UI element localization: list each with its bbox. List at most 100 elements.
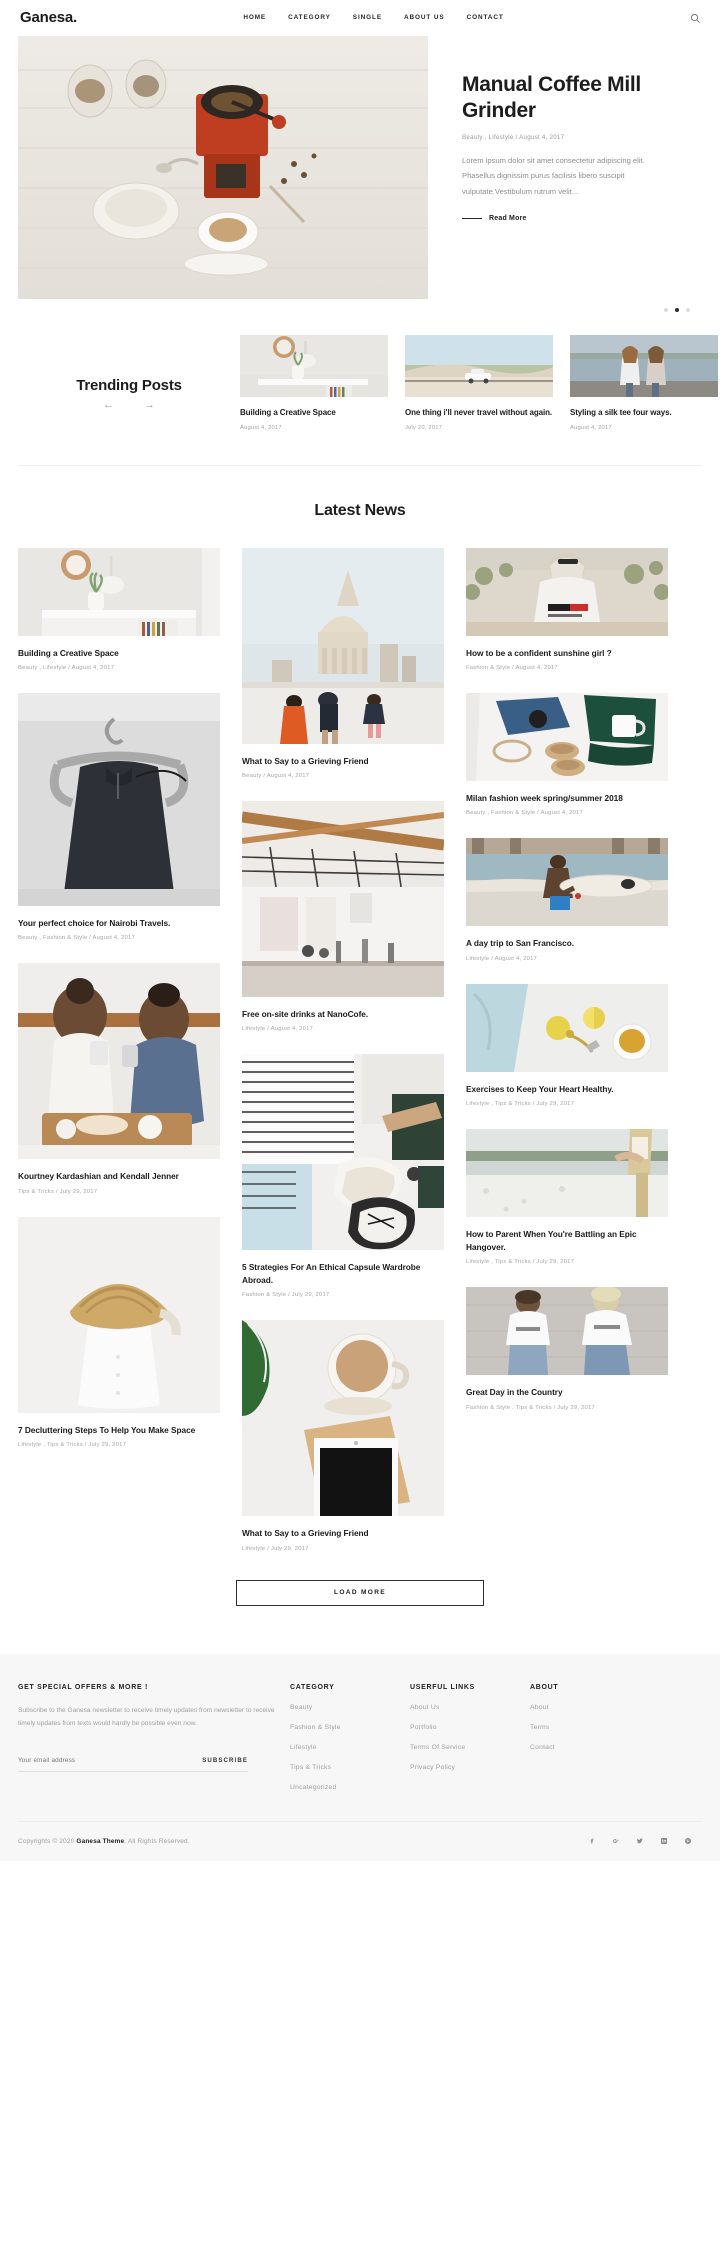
post-card[interactable]: How to Parent When You're Battling an Ep… xyxy=(466,1129,668,1265)
post-card[interactable]: How to be a confident sunshine girl ? Fa… xyxy=(466,547,668,671)
post-card[interactable]: 7 Decluttering Steps To Help You Make Sp… xyxy=(18,1216,220,1448)
slider-dot-1[interactable] xyxy=(664,308,668,312)
footer-category-column: CATEGORY Beauty Fashion & Style Lifestyl… xyxy=(280,1684,400,1791)
footer-bottom-bar: Copyrights © 2020 Ganesa Theme. All Righ… xyxy=(18,1820,702,1861)
post-card-image[interactable] xyxy=(466,838,668,927)
copyright-prefix: Copyrights © 2020 xyxy=(18,1837,77,1845)
site-logo[interactable]: Ganesa. xyxy=(20,9,77,26)
post-card-image[interactable] xyxy=(18,963,220,1160)
trending-card-title: One thing i'll never travel without agai… xyxy=(405,408,553,417)
post-card-image[interactable] xyxy=(466,1287,668,1376)
hero-meta: Beauty , Lifestyle / August 4, 2017 xyxy=(462,134,565,142)
footer-link-uncategorized[interactable]: Uncategorized xyxy=(290,1784,400,1791)
footer-link-tips-tricks[interactable]: Tips & Tricks xyxy=(290,1764,400,1771)
footer-link-about-us[interactable]: About Us xyxy=(410,1704,520,1711)
subscribe-button[interactable]: SUBSCRIBE xyxy=(202,1757,248,1764)
section-divider xyxy=(18,464,702,466)
post-card-title: Great Day in the Country xyxy=(466,1387,563,1398)
hero-slider: Manual Coffee Mill Grinder Beauty , Life… xyxy=(0,36,720,312)
post-card-image[interactable] xyxy=(18,693,220,907)
trending-card-image[interactable] xyxy=(240,335,388,397)
post-card-image[interactable] xyxy=(242,547,444,744)
trending-card-title: Styling a silk tee four ways. xyxy=(570,408,672,417)
footer-link-about[interactable]: About xyxy=(530,1704,640,1711)
load-more-button[interactable]: LOAD MORE xyxy=(236,1579,484,1606)
post-card-image[interactable] xyxy=(466,547,668,636)
nav-item-about-us[interactable]: ABOUT US xyxy=(404,14,445,21)
trending-card-date: August 4, 2017 xyxy=(240,424,282,431)
nav-item-single[interactable]: SINGLE xyxy=(353,14,382,21)
post-card-image[interactable] xyxy=(466,693,668,782)
post-card-image[interactable] xyxy=(466,1129,668,1218)
read-more-label: Read More xyxy=(489,214,527,222)
footer-link-lifestyle[interactable]: Lifestyle xyxy=(290,1744,400,1751)
category-heading: CATEGORY xyxy=(290,1683,335,1691)
nav-item-contact[interactable]: CONTACT xyxy=(467,14,504,21)
post-card[interactable]: Building a Creative Space Beauty , Lifes… xyxy=(18,547,220,672)
read-more-button[interactable]: Read More xyxy=(462,215,702,222)
trending-card[interactable]: Building a Creative Space August 4, 2017 xyxy=(240,335,388,431)
footer-columns: GET SPECIAL OFFERS & MORE ! Subscribe to… xyxy=(18,1684,702,1791)
load-more-section: LOAD MORE xyxy=(0,1579,720,1654)
facebook-icon[interactable] xyxy=(587,1837,596,1846)
footer-link-terms-of-service[interactable]: Terms Of Service xyxy=(410,1744,520,1751)
post-card-image[interactable] xyxy=(242,1320,444,1517)
post-card[interactable]: Kourtney Kardashian and Kendall Jenner T… xyxy=(18,963,220,1195)
trending-card[interactable]: Styling a silk tee four ways. August 4, … xyxy=(570,335,718,431)
footer-link-contact[interactable]: Contact xyxy=(530,1744,640,1751)
latest-news-heading: Latest News xyxy=(314,501,406,519)
footer-link-portfolio[interactable]: Portfolio xyxy=(410,1724,520,1731)
post-card[interactable]: Exercises to Keep Your Heart Healthy. Li… xyxy=(466,983,668,1107)
post-card-image[interactable] xyxy=(466,983,668,1072)
footer-link-privacy-policy[interactable]: Privacy Policy xyxy=(410,1764,520,1771)
post-card[interactable]: A day trip to San Francisco. Lifestyle /… xyxy=(466,838,668,962)
trending-title: Trending Posts xyxy=(76,377,182,394)
hero-image[interactable] xyxy=(18,36,428,299)
post-card-image[interactable] xyxy=(242,801,444,998)
footer-link-beauty[interactable]: Beauty xyxy=(290,1704,400,1711)
footer-link-terms[interactable]: Terms xyxy=(530,1724,640,1731)
post-card[interactable]: What to Say to a Grieving Friend Beauty … xyxy=(242,547,444,779)
post-card[interactable]: Great Day in the Country Fashion & Style… xyxy=(466,1287,668,1411)
trending-card[interactable]: One thing i'll never travel without agai… xyxy=(405,335,553,431)
post-card-meta: Beauty , Lifestyle / August 4, 2017 xyxy=(18,665,115,672)
grid-column-2: What to Say to a Grieving Friend Beauty … xyxy=(242,547,444,1574)
post-card-meta: Fashion & Style , Tips & Tricks / July 2… xyxy=(466,1404,595,1411)
post-card-meta: Tips & Tricks / July 29, 2017 xyxy=(18,1188,98,1195)
post-card[interactable]: Milan fashion week spring/summer 2018 Be… xyxy=(466,693,668,816)
nav-item-category[interactable]: CATEGORY xyxy=(288,14,331,21)
pinterest-icon[interactable] xyxy=(683,1837,692,1846)
linkedin-icon[interactable] xyxy=(659,1837,668,1846)
post-card[interactable]: What to Say to a Grieving Friend Lifesty… xyxy=(242,1320,444,1552)
post-card-title: Exercises to Keep Your Heart Healthy. xyxy=(466,1083,614,1094)
trending-header: Trending Posts ← → xyxy=(18,335,240,411)
post-card-title: What to Say to a Grieving Friend xyxy=(242,1528,369,1539)
slider-dot-3[interactable] xyxy=(686,308,690,312)
trending-next-icon[interactable]: → xyxy=(144,400,155,411)
nav-item-home[interactable]: HOME xyxy=(243,14,266,21)
post-card-title: A day trip to San Francisco. xyxy=(466,938,575,949)
post-card-title: Kourtney Kardashian and Kendall Jenner xyxy=(18,1171,179,1182)
footer-useful-links-column: USERFUL LINKS About Us Portfolio Terms O… xyxy=(400,1684,520,1791)
newsletter-heading: GET SPECIAL OFFERS & MORE ! xyxy=(18,1683,149,1691)
post-card[interactable]: Free on-site drinks at NanoCofe. Lifesty… xyxy=(242,801,444,1032)
grid-column-1: Building a Creative Space Beauty , Lifes… xyxy=(18,547,220,1471)
post-card-image[interactable] xyxy=(18,1216,220,1413)
twitter-icon[interactable] xyxy=(635,1837,644,1846)
post-card-meta: Lifestyle / July 29, 2017 xyxy=(242,1545,309,1552)
slider-dot-2[interactable] xyxy=(675,308,679,312)
post-card-title: Building a Creative Space xyxy=(18,647,119,658)
google-plus-icon[interactable] xyxy=(611,1837,620,1846)
trending-card-image[interactable] xyxy=(570,335,718,397)
email-input[interactable] xyxy=(18,1756,203,1764)
trending-card-image[interactable] xyxy=(405,335,553,397)
post-card[interactable]: 5 Strategies For An Ethical Capsule Ward… xyxy=(242,1054,444,1298)
footer-link-fashion-style[interactable]: Fashion & Style xyxy=(290,1724,400,1731)
post-card-meta: Fashion & Style / July 29, 2017 xyxy=(242,1292,330,1299)
post-card-image[interactable] xyxy=(242,1054,444,1251)
post-card-image[interactable] xyxy=(18,547,220,636)
post-card[interactable]: Your perfect choice for Nairobi Travels.… xyxy=(18,693,220,941)
newsletter-description: Subscribe to the Ganesa newsletter to re… xyxy=(18,1706,275,1728)
trending-prev-icon[interactable]: ← xyxy=(103,400,114,411)
search-icon[interactable] xyxy=(688,11,702,25)
